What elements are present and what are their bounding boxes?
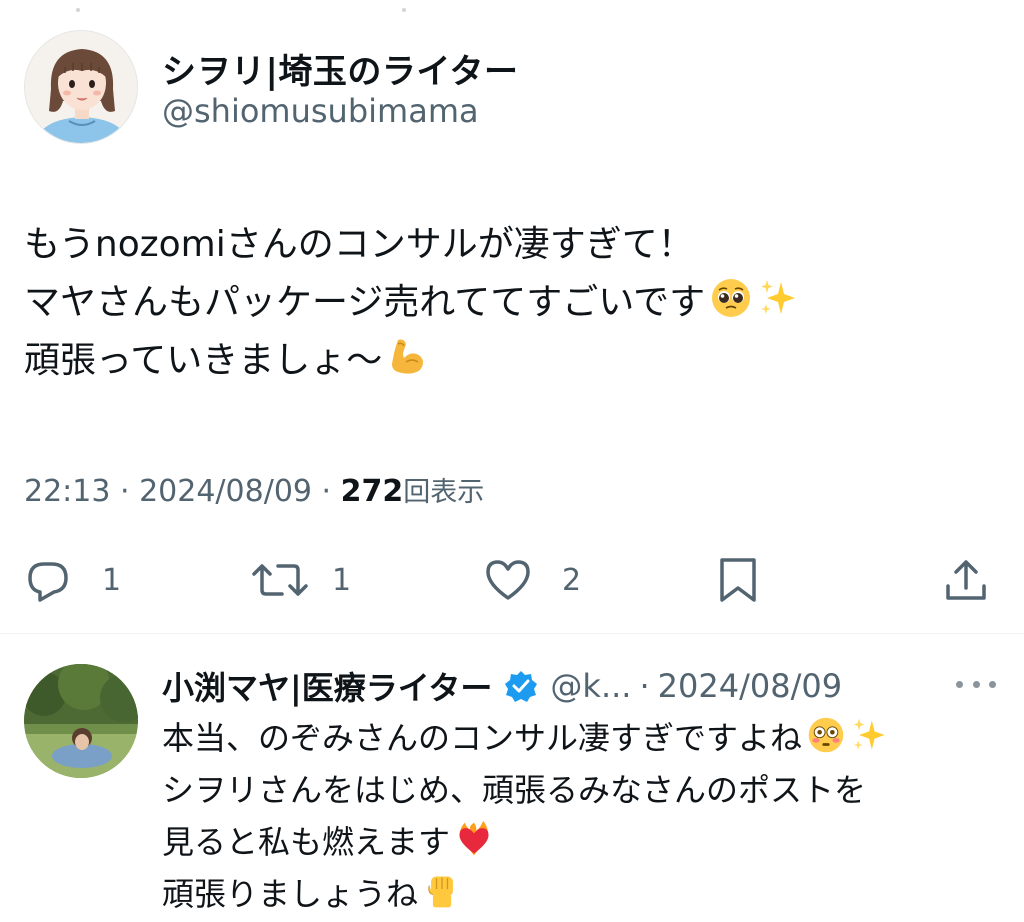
author-handle[interactable]: @shiomusubimama: [162, 92, 479, 130]
avatar-photo: [24, 664, 138, 778]
reply-line-text: シヲリさんをはじめ、頑張るみなさんのポストを: [162, 771, 867, 809]
more-icon: [972, 680, 980, 688]
like-button[interactable]: 2: [484, 548, 581, 612]
like-icon: [486, 560, 530, 600]
more-icon: [956, 680, 963, 688]
reply-line: 頑張りましょうね: [162, 868, 1012, 920]
sparkles-emoji: [761, 280, 796, 314]
reply-separator: ·: [639, 667, 650, 705]
retweet-button[interactable]: 1: [250, 548, 351, 612]
reply-author-name[interactable]: 小渕マヤ|医療ライター: [162, 663, 492, 709]
verified-badge-icon: [505, 671, 538, 702]
meta-separator: ·: [312, 474, 341, 509]
meta-separator: ·: [110, 474, 140, 509]
tweet-line-text: もうnozomiさんのコンサルが凄すぎて！: [24, 224, 694, 265]
reply-text: 本当、のぞみさんのコンサル凄すぎですよね シヲリさんをはじめ、頑張るみなさんのポ…: [162, 712, 1012, 920]
retweet-icon: [252, 564, 308, 596]
author-avatar[interactable]: [24, 30, 138, 144]
share-button[interactable]: [942, 548, 990, 612]
author-name[interactable]: シヲリ|埼玉のライター: [162, 44, 519, 93]
main-tweet: シヲリ|埼玉のライター @shiomusubimama もうnozomiさんのコ…: [0, 0, 1024, 632]
reply-header: 小渕マヤ|医療ライター @k... · 2024/08/09: [162, 664, 842, 708]
more-icon: [989, 680, 996, 688]
reply-button[interactable]: 1: [24, 548, 121, 612]
reply-icon: [28, 562, 68, 602]
reply-line-text: 本当、のぞみさんのコンサル凄すぎですよね: [162, 719, 803, 757]
reply-line-text: 頑張りましょうね: [162, 875, 419, 913]
reply-line-text: 見ると私も燃えます: [162, 823, 451, 861]
views-count: 272: [340, 474, 404, 509]
pleading-face-emoji: [712, 279, 751, 317]
reply-line: シヲリさんをはじめ、頑張るみなさんのポストを: [162, 764, 1012, 816]
reply-count: 1: [102, 562, 122, 598]
raised-fist-emoji: [428, 876, 453, 908]
reply-author-handle[interactable]: @k...: [550, 667, 631, 705]
sparkles-emoji: [853, 718, 885, 750]
tweet-meta: 22:13 · 2024/08/09 · 272回表示: [24, 470, 484, 509]
tweet-date[interactable]: 2024/08/09: [139, 474, 312, 509]
reply-tweet[interactable]: 小渕マヤ|医療ライター @k... · 2024/08/09 本当、のぞみさんの…: [0, 634, 1024, 922]
tweet-time[interactable]: 22:13: [24, 474, 110, 509]
more-options-button[interactable]: [956, 674, 996, 694]
action-bar: 1 1 2: [0, 548, 1024, 612]
avatar-illustration: [25, 31, 137, 143]
flushed-face-emoji: [808, 717, 844, 753]
bookmark-button[interactable]: [714, 548, 762, 612]
retweet-count: 1: [332, 562, 352, 598]
reply-date[interactable]: 2024/08/09: [658, 667, 842, 705]
flexed-biceps-emoji: [392, 339, 424, 374]
reply-line: 本当、のぞみさんのコンサル凄すぎですよね: [162, 712, 1012, 764]
tweet-line: 頑張っていきましょ〜: [24, 332, 1004, 390]
reply-author-avatar[interactable]: [24, 664, 138, 778]
tweet-line: もうnozomiさんのコンサルが凄すぎて！: [24, 216, 1004, 274]
tweet-line-text: マヤさんもパッケージ売れててすごいです: [24, 282, 706, 323]
tweet-text: もうnozomiさんのコンサルが凄すぎて！ マヤさんもパッケージ売れててすごいで…: [24, 216, 1004, 390]
bookmark-icon: [720, 558, 756, 602]
tweet-line: マヤさんもパッケージ売れててすごいです: [24, 274, 1004, 332]
share-icon: [946, 560, 986, 600]
like-count: 2: [562, 562, 582, 598]
views-label: 回表示: [403, 477, 485, 508]
tweet-line-text: 頑張っていきましょ〜: [24, 340, 383, 381]
reply-line: 見ると私も燃えます: [162, 816, 1012, 868]
heart-on-fire-emoji: [459, 820, 489, 856]
